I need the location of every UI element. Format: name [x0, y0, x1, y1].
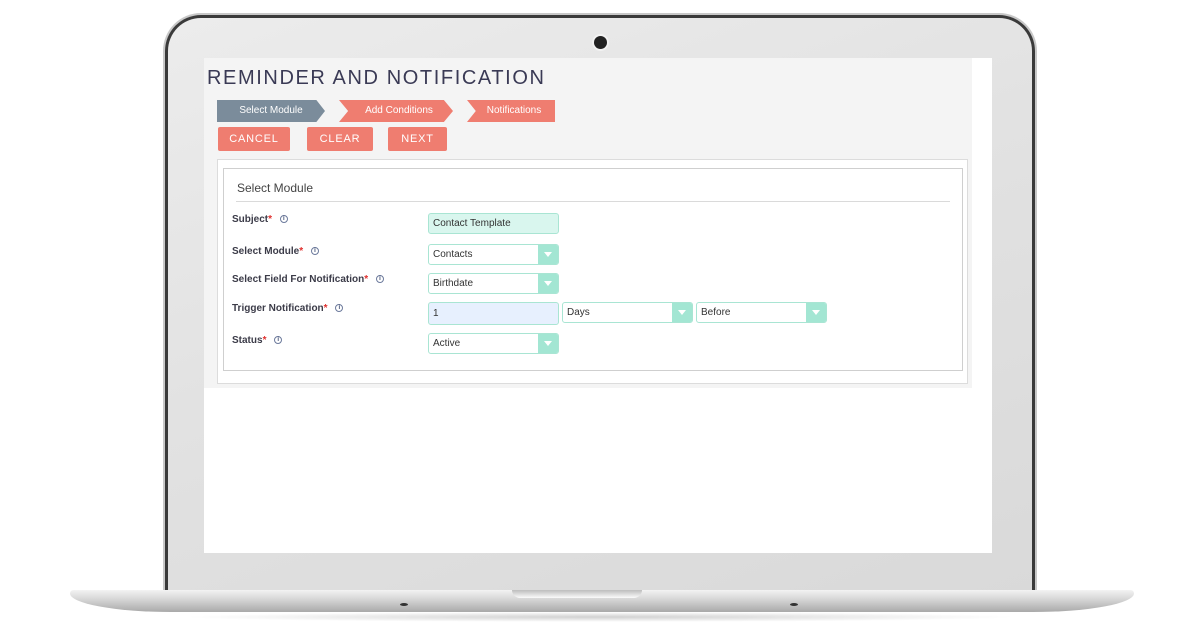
module-value: Contacts [433, 249, 473, 260]
trigger-label: Trigger Notification* i [232, 303, 344, 314]
cancel-button[interactable]: CANCEL [218, 127, 290, 151]
required-mark: * [323, 303, 328, 314]
trigger-unit-select[interactable]: Days [562, 302, 693, 323]
notify-field-label: Select Field For Notification* i [232, 274, 384, 285]
required-mark: * [262, 335, 267, 346]
trigger-direction-select[interactable]: Before [696, 302, 827, 323]
module-panel: Select Module Subject* i Contact Templat… [217, 159, 968, 384]
chevron-down-icon[interactable] [672, 303, 692, 322]
notify-field-label-text: Select Field For Notification [232, 274, 365, 285]
next-button[interactable]: NEXT [388, 127, 447, 151]
trigger-direction-value: Before [701, 307, 731, 318]
step-notifications[interactable]: Notifications [467, 100, 555, 122]
laptop-hinge-notch [512, 590, 642, 598]
required-mark: * [299, 246, 304, 257]
laptop-foot [400, 603, 408, 606]
info-icon[interactable]: i [279, 215, 288, 224]
status-value: Active [433, 338, 461, 349]
trigger-amount-value: 1 [433, 308, 439, 319]
subject-label: Subject* i [232, 214, 288, 225]
laptop-shadow [180, 612, 1020, 622]
notify-field-value: Birthdate [433, 278, 474, 289]
laptop-screen: REMINDER AND NOTIFICATION Select Module … [204, 58, 992, 553]
status-select[interactable]: Active [428, 333, 559, 354]
step-add-conditions[interactable]: Add Conditions [339, 100, 453, 122]
clear-button[interactable]: CLEAR [307, 127, 373, 151]
module-panel-body: Select Module Subject* i Contact Templat… [223, 168, 963, 371]
chevron-down-icon[interactable] [806, 303, 826, 322]
module-select[interactable]: Contacts [428, 244, 559, 265]
page-title: REMINDER AND NOTIFICATION [207, 67, 546, 89]
module-label-text: Select Module [232, 246, 300, 257]
webcam-icon [594, 36, 607, 49]
step-select-module[interactable]: Select Module [217, 100, 325, 122]
subject-input[interactable]: Contact Template [428, 213, 559, 234]
trigger-label-text: Trigger Notification [232, 303, 324, 314]
reminder-app: REMINDER AND NOTIFICATION Select Module … [204, 58, 972, 388]
chevron-down-icon[interactable] [538, 245, 558, 264]
chevron-down-icon[interactable] [538, 334, 558, 353]
required-mark: * [268, 214, 273, 225]
subject-label-text: Subject [232, 214, 269, 225]
panel-title: Select Module [237, 181, 314, 195]
status-label-text: Status [232, 335, 263, 346]
panel-divider [236, 201, 950, 202]
notify-field-select[interactable]: Birthdate [428, 273, 559, 294]
status-label: Status* i [232, 335, 283, 346]
info-icon[interactable]: i [274, 336, 283, 345]
module-label: Select Module* i [232, 246, 319, 257]
laptop-foot [790, 603, 798, 606]
chevron-down-icon[interactable] [538, 274, 558, 293]
info-icon[interactable]: i [310, 247, 319, 256]
required-mark: * [364, 274, 369, 285]
subject-value: Contact Template [433, 218, 511, 229]
info-icon[interactable]: i [375, 275, 384, 284]
info-icon[interactable]: i [335, 304, 344, 313]
trigger-unit-value: Days [567, 307, 590, 318]
trigger-amount-input[interactable]: 1 [428, 302, 559, 325]
